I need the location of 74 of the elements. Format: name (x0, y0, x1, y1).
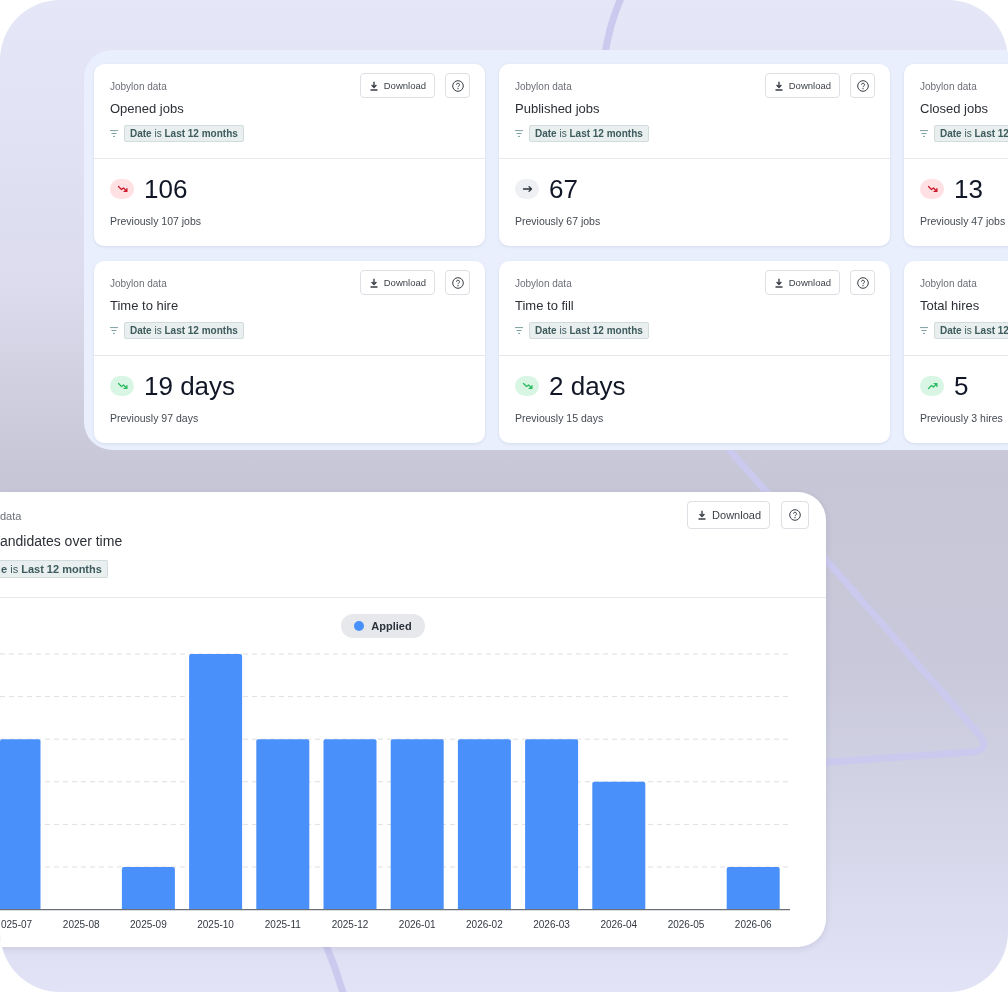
metric-value: 5 (954, 370, 969, 402)
previous-value-label: Previously 15 days (515, 411, 604, 425)
download-icon (368, 80, 379, 91)
download-button[interactable]: Download (359, 270, 435, 295)
x-axis-label: 2026-05 (667, 919, 705, 931)
metric-value: 2 days (549, 370, 626, 402)
download-icon (773, 80, 784, 91)
filter-tag: e is Last 12 months (0, 560, 108, 578)
previous-value-label: Previously 3 hires (920, 411, 1003, 425)
card-title: Closed jobs (920, 100, 988, 118)
x-axis-label: 2026-04 (600, 919, 638, 931)
chart-bar (121, 867, 175, 910)
help-button[interactable] (850, 73, 875, 98)
card-title: andidates over time (0, 532, 123, 550)
help-icon (451, 276, 464, 289)
x-axis-label: 2026-01 (398, 919, 436, 931)
x-axis-label: 2025-09 (130, 919, 167, 931)
source-label: Jobylon data (515, 277, 572, 291)
x-axis-label: 2025-10 (197, 919, 234, 931)
previous-value-label: Previously 67 jobs (515, 214, 601, 228)
help-button[interactable] (445, 73, 470, 98)
download-icon (368, 277, 379, 288)
download-icon (773, 277, 784, 288)
filter-tag: Date is Last 12 months (124, 125, 244, 142)
previous-value-label: Previously 107 jobs (110, 214, 202, 228)
source-label: Jobylon data (110, 277, 167, 291)
metric-value: 106 (144, 173, 188, 205)
card-title: Total hires (920, 297, 980, 315)
source-label: data (0, 509, 22, 524)
help-icon (856, 276, 869, 289)
legend-item[interactable]: Applied (341, 614, 425, 638)
card-title: Published jobs (515, 100, 600, 118)
download-button[interactable]: Download (764, 270, 840, 295)
x-axis-label: 2025-11 (264, 919, 301, 931)
x-axis-label: 2025-08 (62, 919, 100, 931)
filter-tag: Date is Last 12 (934, 322, 1008, 339)
help-icon (856, 79, 869, 92)
card-title: Time to hire (110, 297, 179, 315)
card-title: Time to fill (515, 297, 574, 315)
filter-tag: Date is Last 12 months (529, 322, 649, 339)
previous-value-label: Previously 47 jobs (920, 214, 1006, 228)
chart-bar (726, 867, 780, 910)
help-icon (451, 79, 464, 92)
source-label: Jobylon data (920, 277, 977, 291)
filter-tag: Date is Last 12 months (529, 125, 649, 142)
download-icon (697, 510, 708, 520)
help-button[interactable] (850, 270, 875, 295)
filter-icon (515, 130, 523, 137)
filter-icon (920, 130, 928, 137)
download-button[interactable]: Download (359, 73, 435, 98)
metric-value: 67 (549, 173, 578, 205)
filter-icon (920, 327, 928, 334)
filter-icon (110, 327, 118, 334)
help-icon (789, 509, 801, 521)
download-button[interactable]: Download (764, 73, 840, 98)
source-label: Jobylon data (515, 80, 572, 94)
filter-icon (515, 327, 523, 334)
x-axis-label: 2025-12 (331, 919, 369, 931)
metric-value: 19 days (144, 370, 236, 402)
filter-tag: Date is Last 12 (934, 125, 1008, 142)
help-button[interactable] (445, 270, 470, 295)
x-axis-label: 2026-02 (466, 919, 503, 931)
previous-value-label: Previously 97 days (110, 411, 199, 425)
x-axis-label: 025-07 (1, 919, 33, 931)
x-axis-label: 2026-03 (533, 919, 570, 931)
download-button[interactable]: Download (687, 501, 770, 529)
source-label: Jobylon data (920, 80, 977, 94)
metric-value: 13 (954, 173, 983, 205)
x-axis-label: 2026-06 (734, 919, 772, 931)
source-label: Jobylon data (110, 80, 167, 94)
help-button[interactable] (781, 501, 809, 529)
card-title: Opened jobs (110, 100, 184, 118)
filter-icon (110, 130, 118, 137)
filter-tag: Date is Last 12 months (124, 322, 244, 339)
